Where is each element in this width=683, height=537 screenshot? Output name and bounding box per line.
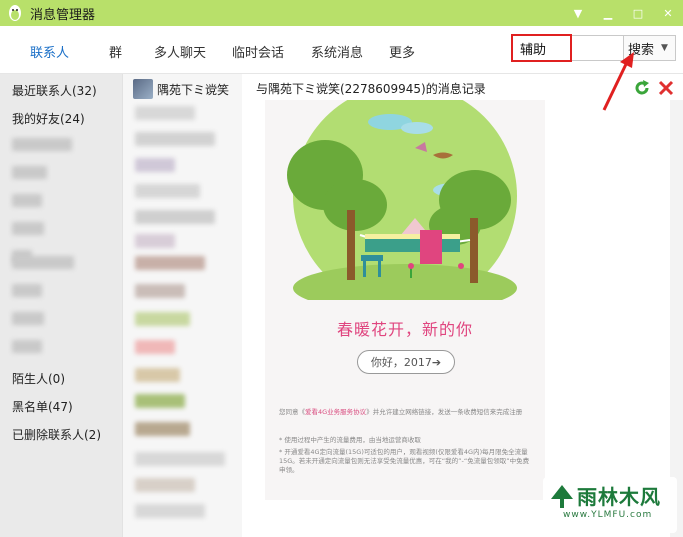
watermark-url: www.YLMFU.com — [563, 510, 653, 520]
close-icon[interactable]: ✕ — [653, 0, 683, 26]
tab-groups[interactable]: 群 — [109, 42, 122, 61]
scrollbar[interactable] — [670, 100, 683, 537]
promo-slogan: 春暖花开，新的你 — [336, 320, 473, 339]
fine-print-traffic: * 开通爱看4G定向流量(15G)可适包的用户，观看视频(仅限爱看4G内)每月限… — [279, 448, 530, 474]
tab-multi-chat[interactable]: 多人聊天 — [154, 42, 206, 61]
sidebar-item-friends[interactable]: 我的好友(24) — [12, 110, 85, 127]
spring-illustration — [287, 100, 517, 300]
title-bar: 消息管理器 ▼ ▁ □ ✕ — [0, 0, 683, 26]
watermark-logo: 雨林木风 www.YLMFU.com — [543, 477, 677, 533]
annotation-arrow-icon — [602, 52, 634, 111]
sidebar-item-deleted[interactable]: 已删除联系人(2) — [12, 426, 101, 443]
tree-logo-icon — [551, 485, 573, 508]
minimize-icon[interactable]: ▁ — [593, 0, 623, 26]
tab-system-messages[interactable]: 系统消息 — [311, 42, 363, 61]
sidebar-item-recent[interactable]: 最近联系人(32) — [12, 82, 97, 99]
fine-print-agreement: 您同意《爱看4G业务服务协议》并允许建立网络链接，发送一条收费短信来完成注册 — [279, 408, 523, 416]
contact-row-selected[interactable]: 隅苑下ミ谠笑 — [133, 78, 243, 100]
maximize-icon[interactable]: □ — [623, 0, 653, 26]
contact-groups-sidebar: 最近联系人(32) 我的好友(24) 陌生人(0) 黑名单(47) 已删除联系人… — [0, 74, 122, 537]
promo-hello-button[interactable]: 你好，2017➔ — [357, 350, 455, 374]
history-title: 与隅苑下ミ谠笑(2278609945)的消息记录 — [256, 82, 486, 96]
tab-more[interactable]: 更多 — [389, 42, 415, 61]
refresh-icon[interactable] — [633, 79, 651, 97]
message-card: 春暖花开，新的你 你好，2017➔ 您同意《爱看4G业务服务协议》并允许建立网络… — [265, 100, 545, 500]
agreement-link[interactable]: 爱看4G业务服务协议 — [305, 408, 366, 416]
contact-list: 隅苑下ミ谠笑 — [122, 74, 242, 537]
nav-bar: 联系人 群 多人聊天 临时会话 系统消息 更多 搜索 ▼ — [0, 26, 683, 74]
chevron-down-icon[interactable]: ▼ — [661, 43, 668, 53]
watermark-text: 雨林木风 — [577, 485, 661, 509]
tab-contacts[interactable]: 联系人 — [30, 42, 69, 61]
window-title: 消息管理器 — [30, 7, 96, 23]
chevron-down-icon[interactable]: ▼ — [563, 0, 593, 26]
sidebar-item-blacklist[interactable]: 黑名单(47) — [12, 398, 73, 415]
avatar — [133, 79, 153, 99]
delete-icon[interactable] — [657, 79, 675, 97]
tab-temp-session[interactable]: 临时会话 — [232, 42, 284, 61]
qq-penguin-icon — [9, 5, 21, 21]
fine-print-fee: * 使用过程中产生的流量费用，由当地运营商收取 — [279, 436, 421, 444]
sidebar-item-strangers[interactable]: 陌生人(0) — [12, 370, 65, 387]
contact-name: 隅苑下ミ谠笑 — [157, 82, 230, 97]
